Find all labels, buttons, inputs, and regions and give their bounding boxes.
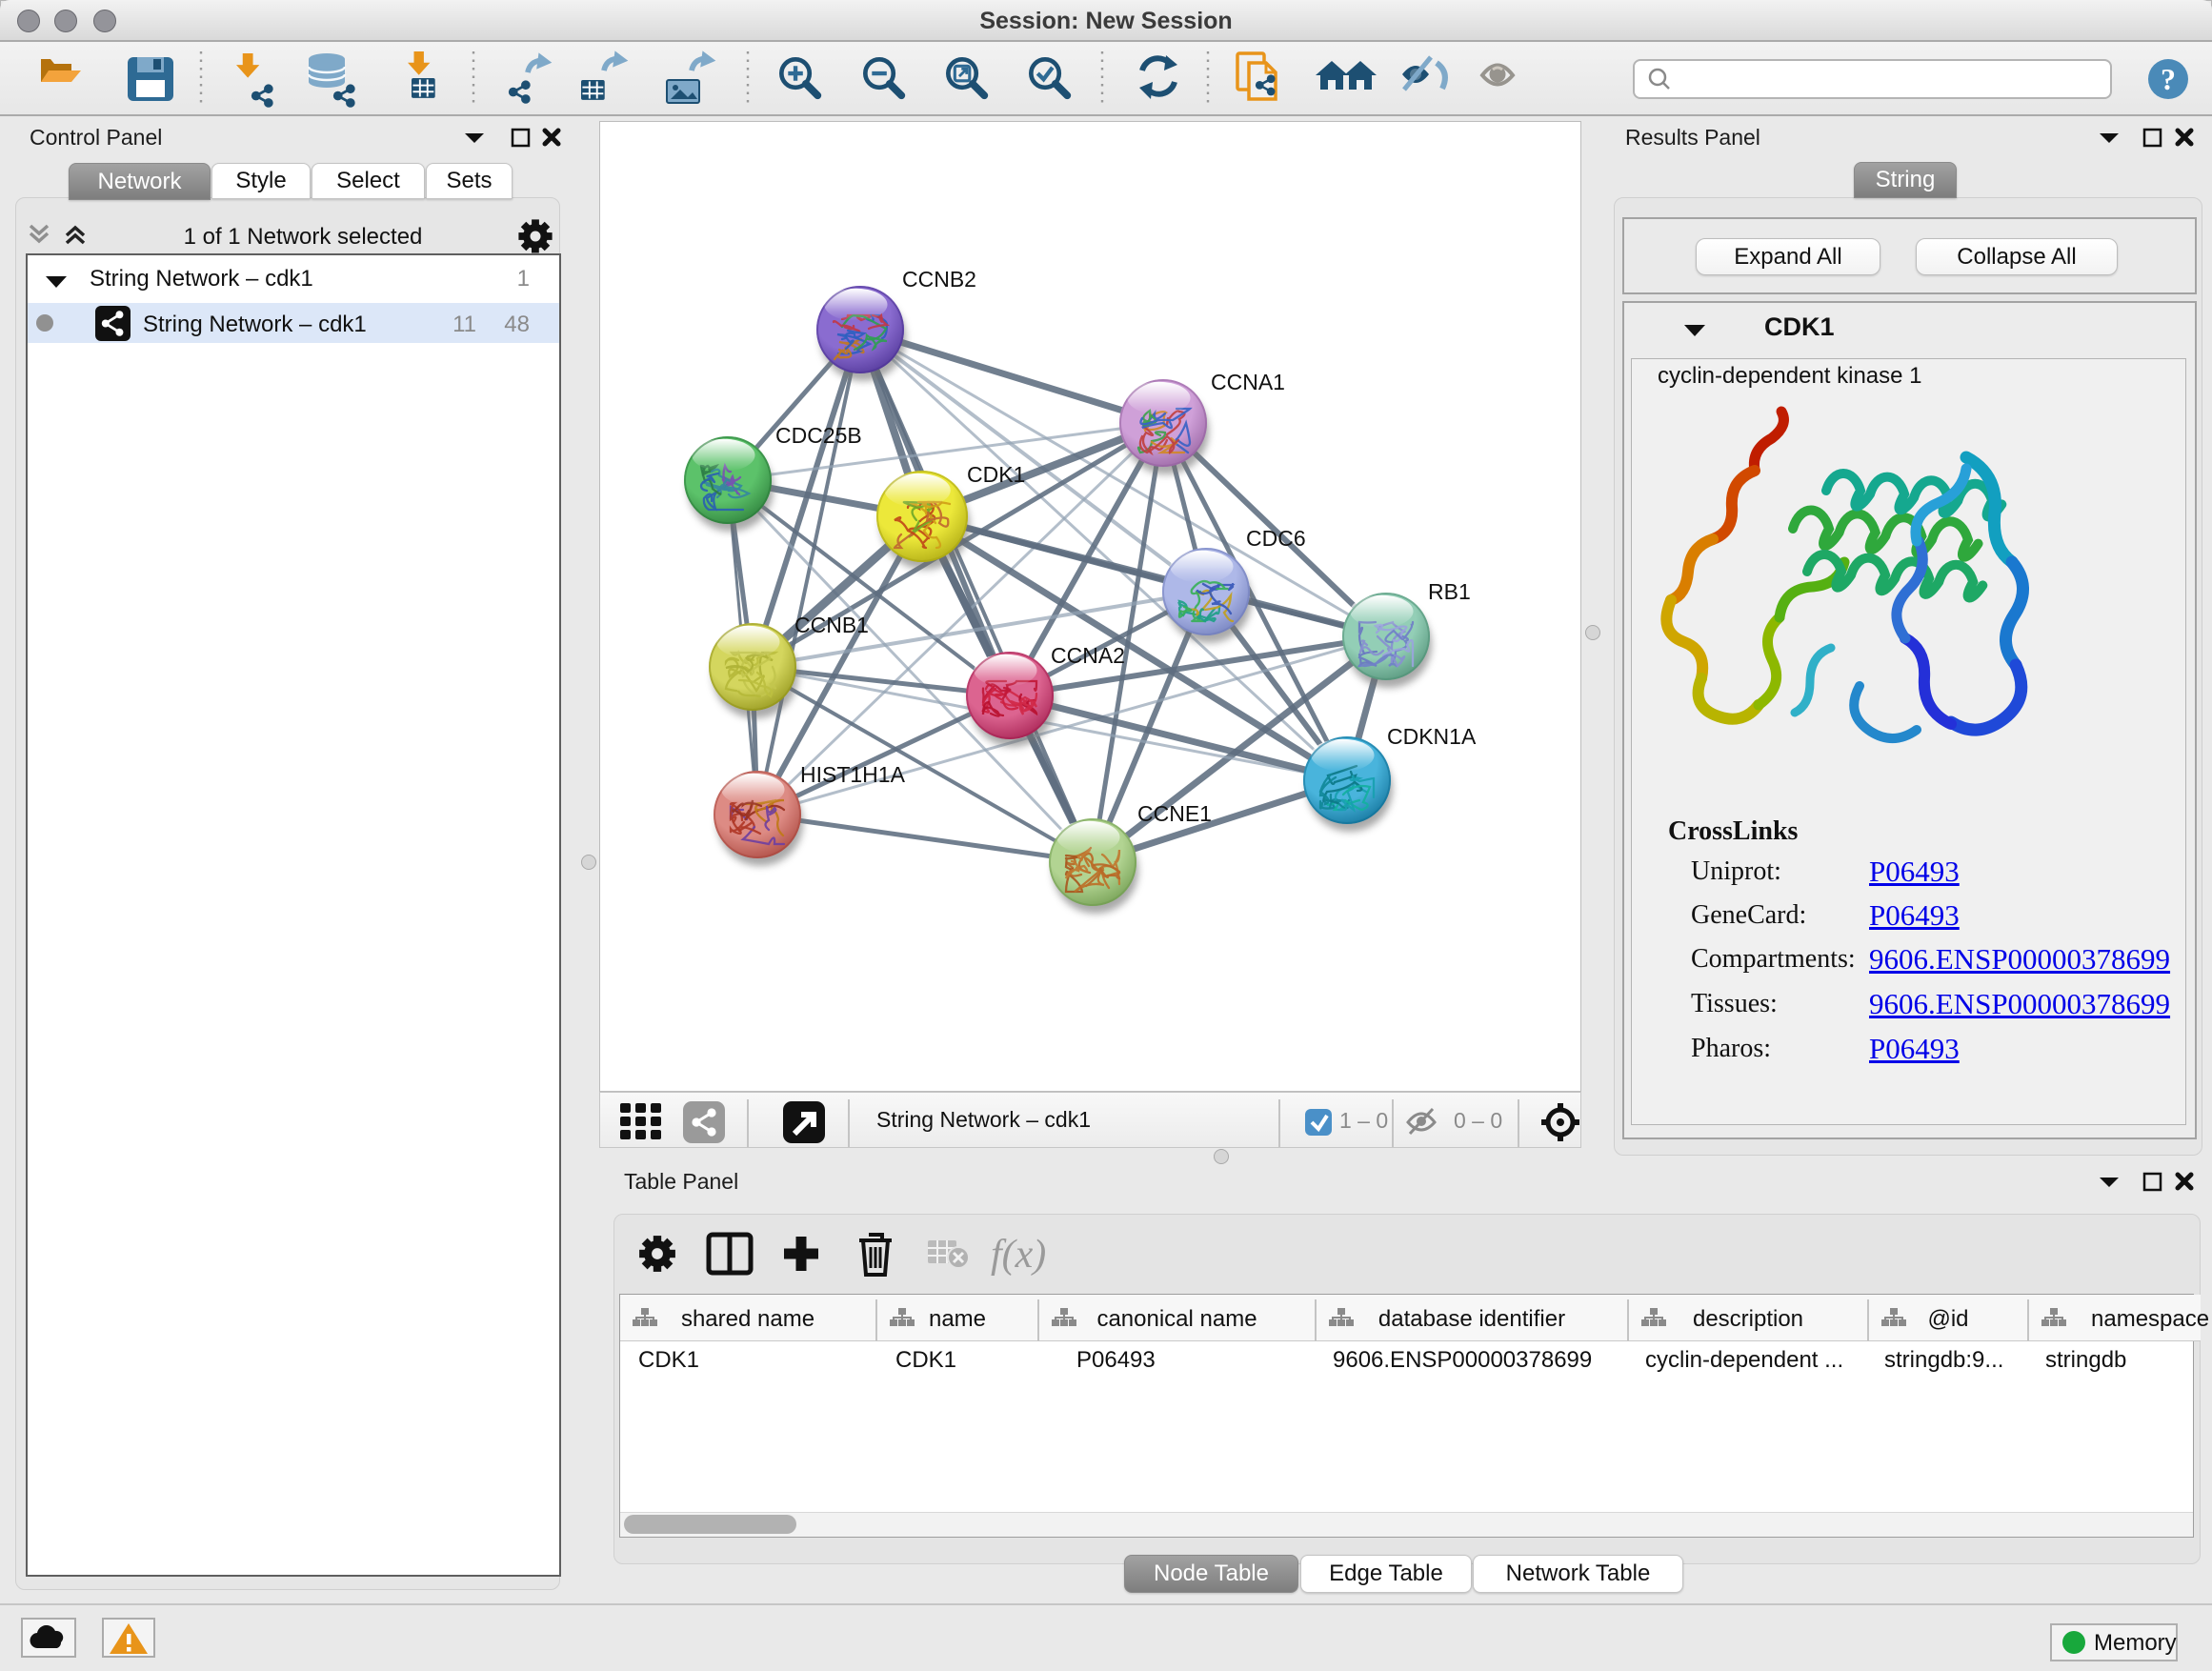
svg-text:CDKN1A: CDKN1A xyxy=(1387,724,1477,749)
svg-text:CDC6: CDC6 xyxy=(1246,526,1306,551)
svg-text:CDK1: CDK1 xyxy=(967,462,1025,487)
svg-text:f(x): f(x) xyxy=(991,1233,1046,1277)
svg-text:CCNA1: CCNA1 xyxy=(1211,370,1285,394)
svg-text:CCNB2: CCNB2 xyxy=(902,267,976,292)
svg-text:CCNA2: CCNA2 xyxy=(1051,643,1125,668)
svg-text:CDC25B: CDC25B xyxy=(775,423,862,448)
svg-text:CCNB1: CCNB1 xyxy=(794,613,869,637)
svg-text:?: ? xyxy=(2161,62,2176,96)
svg-text:RB1: RB1 xyxy=(1428,579,1471,604)
svg-text:HIST1H1A: HIST1H1A xyxy=(800,762,906,787)
svg-text:CCNE1: CCNE1 xyxy=(1137,801,1212,826)
